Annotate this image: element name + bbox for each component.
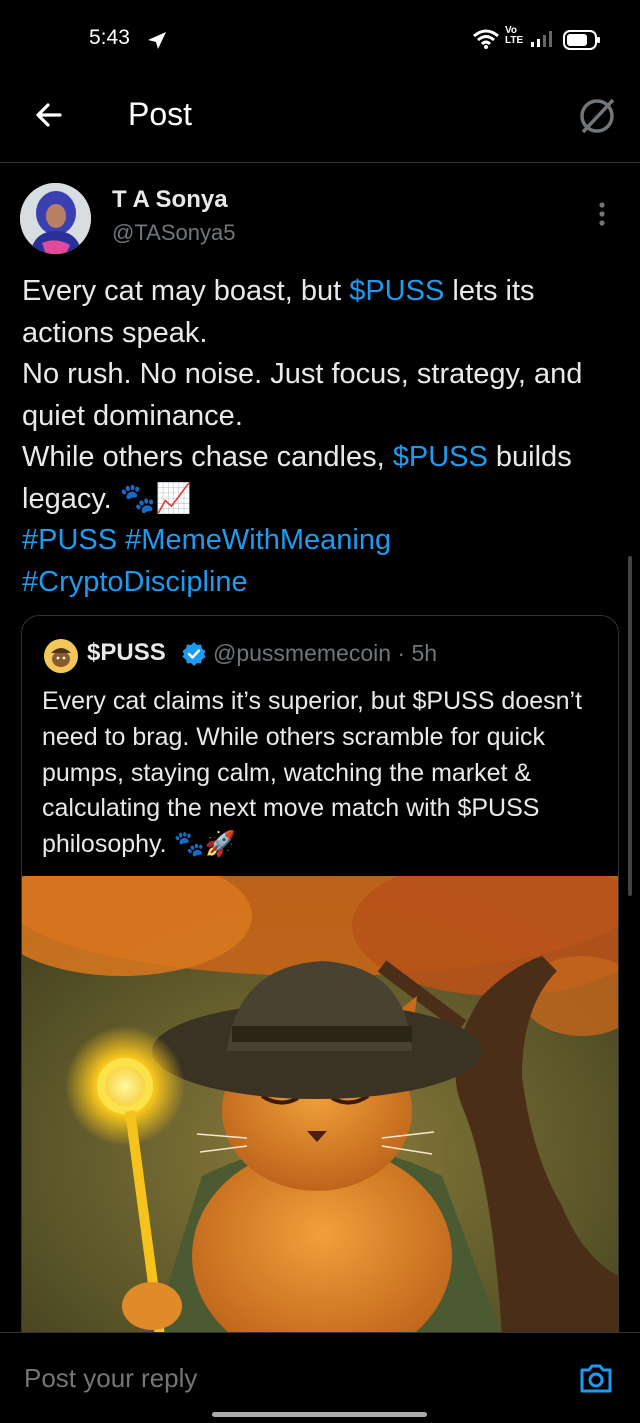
reply-input[interactable]: [22, 1362, 526, 1395]
paw-chart-emoji: 🐾📈: [119, 482, 193, 515]
page-title: Post: [128, 96, 193, 132]
camera-icon: [580, 1364, 612, 1393]
arrow-left-icon: [36, 103, 62, 127]
status-time: 5:43: [89, 26, 130, 49]
author-name[interactable]: T A Sonya: [112, 186, 228, 214]
more-options-button[interactable]: [590, 196, 614, 232]
location-arrow-icon: [148, 32, 166, 49]
post-text: Every cat may boast, but $PUSS lets its …: [22, 271, 622, 603]
volte-icon: Vo LTE: [505, 25, 524, 46]
quote-author-name[interactable]: $PUSS: [87, 639, 166, 667]
cashtag-link[interactable]: $PUSS: [349, 275, 444, 307]
grok-icon: [580, 98, 615, 134]
grok-button[interactable]: [575, 94, 619, 138]
verified-badge-icon: [182, 642, 206, 666]
quote-avatar[interactable]: [44, 639, 78, 673]
hashtag-link[interactable]: #CryptoDiscipline: [22, 566, 248, 598]
quote-text-body: Every cat claims it’s superior, but $PUS…: [42, 687, 583, 859]
camera-button[interactable]: [578, 1360, 614, 1396]
quote-author-handle-time: @pussmemecoin · 5h: [213, 640, 438, 666]
paw-rocket-emoji: 🐾🚀: [173, 830, 236, 859]
quote-text: Every cat claims it’s superior, but $PUS…: [42, 684, 602, 863]
signal-icon: [531, 31, 552, 47]
hashtag-link[interactable]: #PUSS: [22, 524, 117, 556]
wifi-icon: [473, 29, 499, 49]
top-app-bar: [0, 80, 640, 163]
quote-avatar-image: [44, 639, 78, 673]
post-text-segment: Every cat may boast, but: [22, 275, 350, 307]
scrollbar[interactable]: [628, 556, 632, 896]
quote-media-image[interactable]: [22, 876, 618, 1336]
hashtag-link[interactable]: #MemeWithMeaning: [125, 524, 391, 556]
avatar-image: [20, 183, 91, 254]
puss-cat-illustration: [22, 876, 618, 1336]
cashtag-link[interactable]: $PUSS: [393, 441, 488, 473]
more-vertical-icon: [599, 202, 605, 226]
post-text-line: No rush. No noise. Just focus, strategy,…: [22, 358, 583, 432]
post-text-segment: While others chase candles,: [22, 441, 393, 473]
author-handle[interactable]: @TASonya5: [112, 220, 235, 246]
battery-icon: [563, 30, 600, 50]
back-button[interactable]: [30, 95, 70, 135]
author-avatar[interactable]: [20, 183, 91, 254]
home-indicator[interactable]: [212, 1412, 427, 1417]
